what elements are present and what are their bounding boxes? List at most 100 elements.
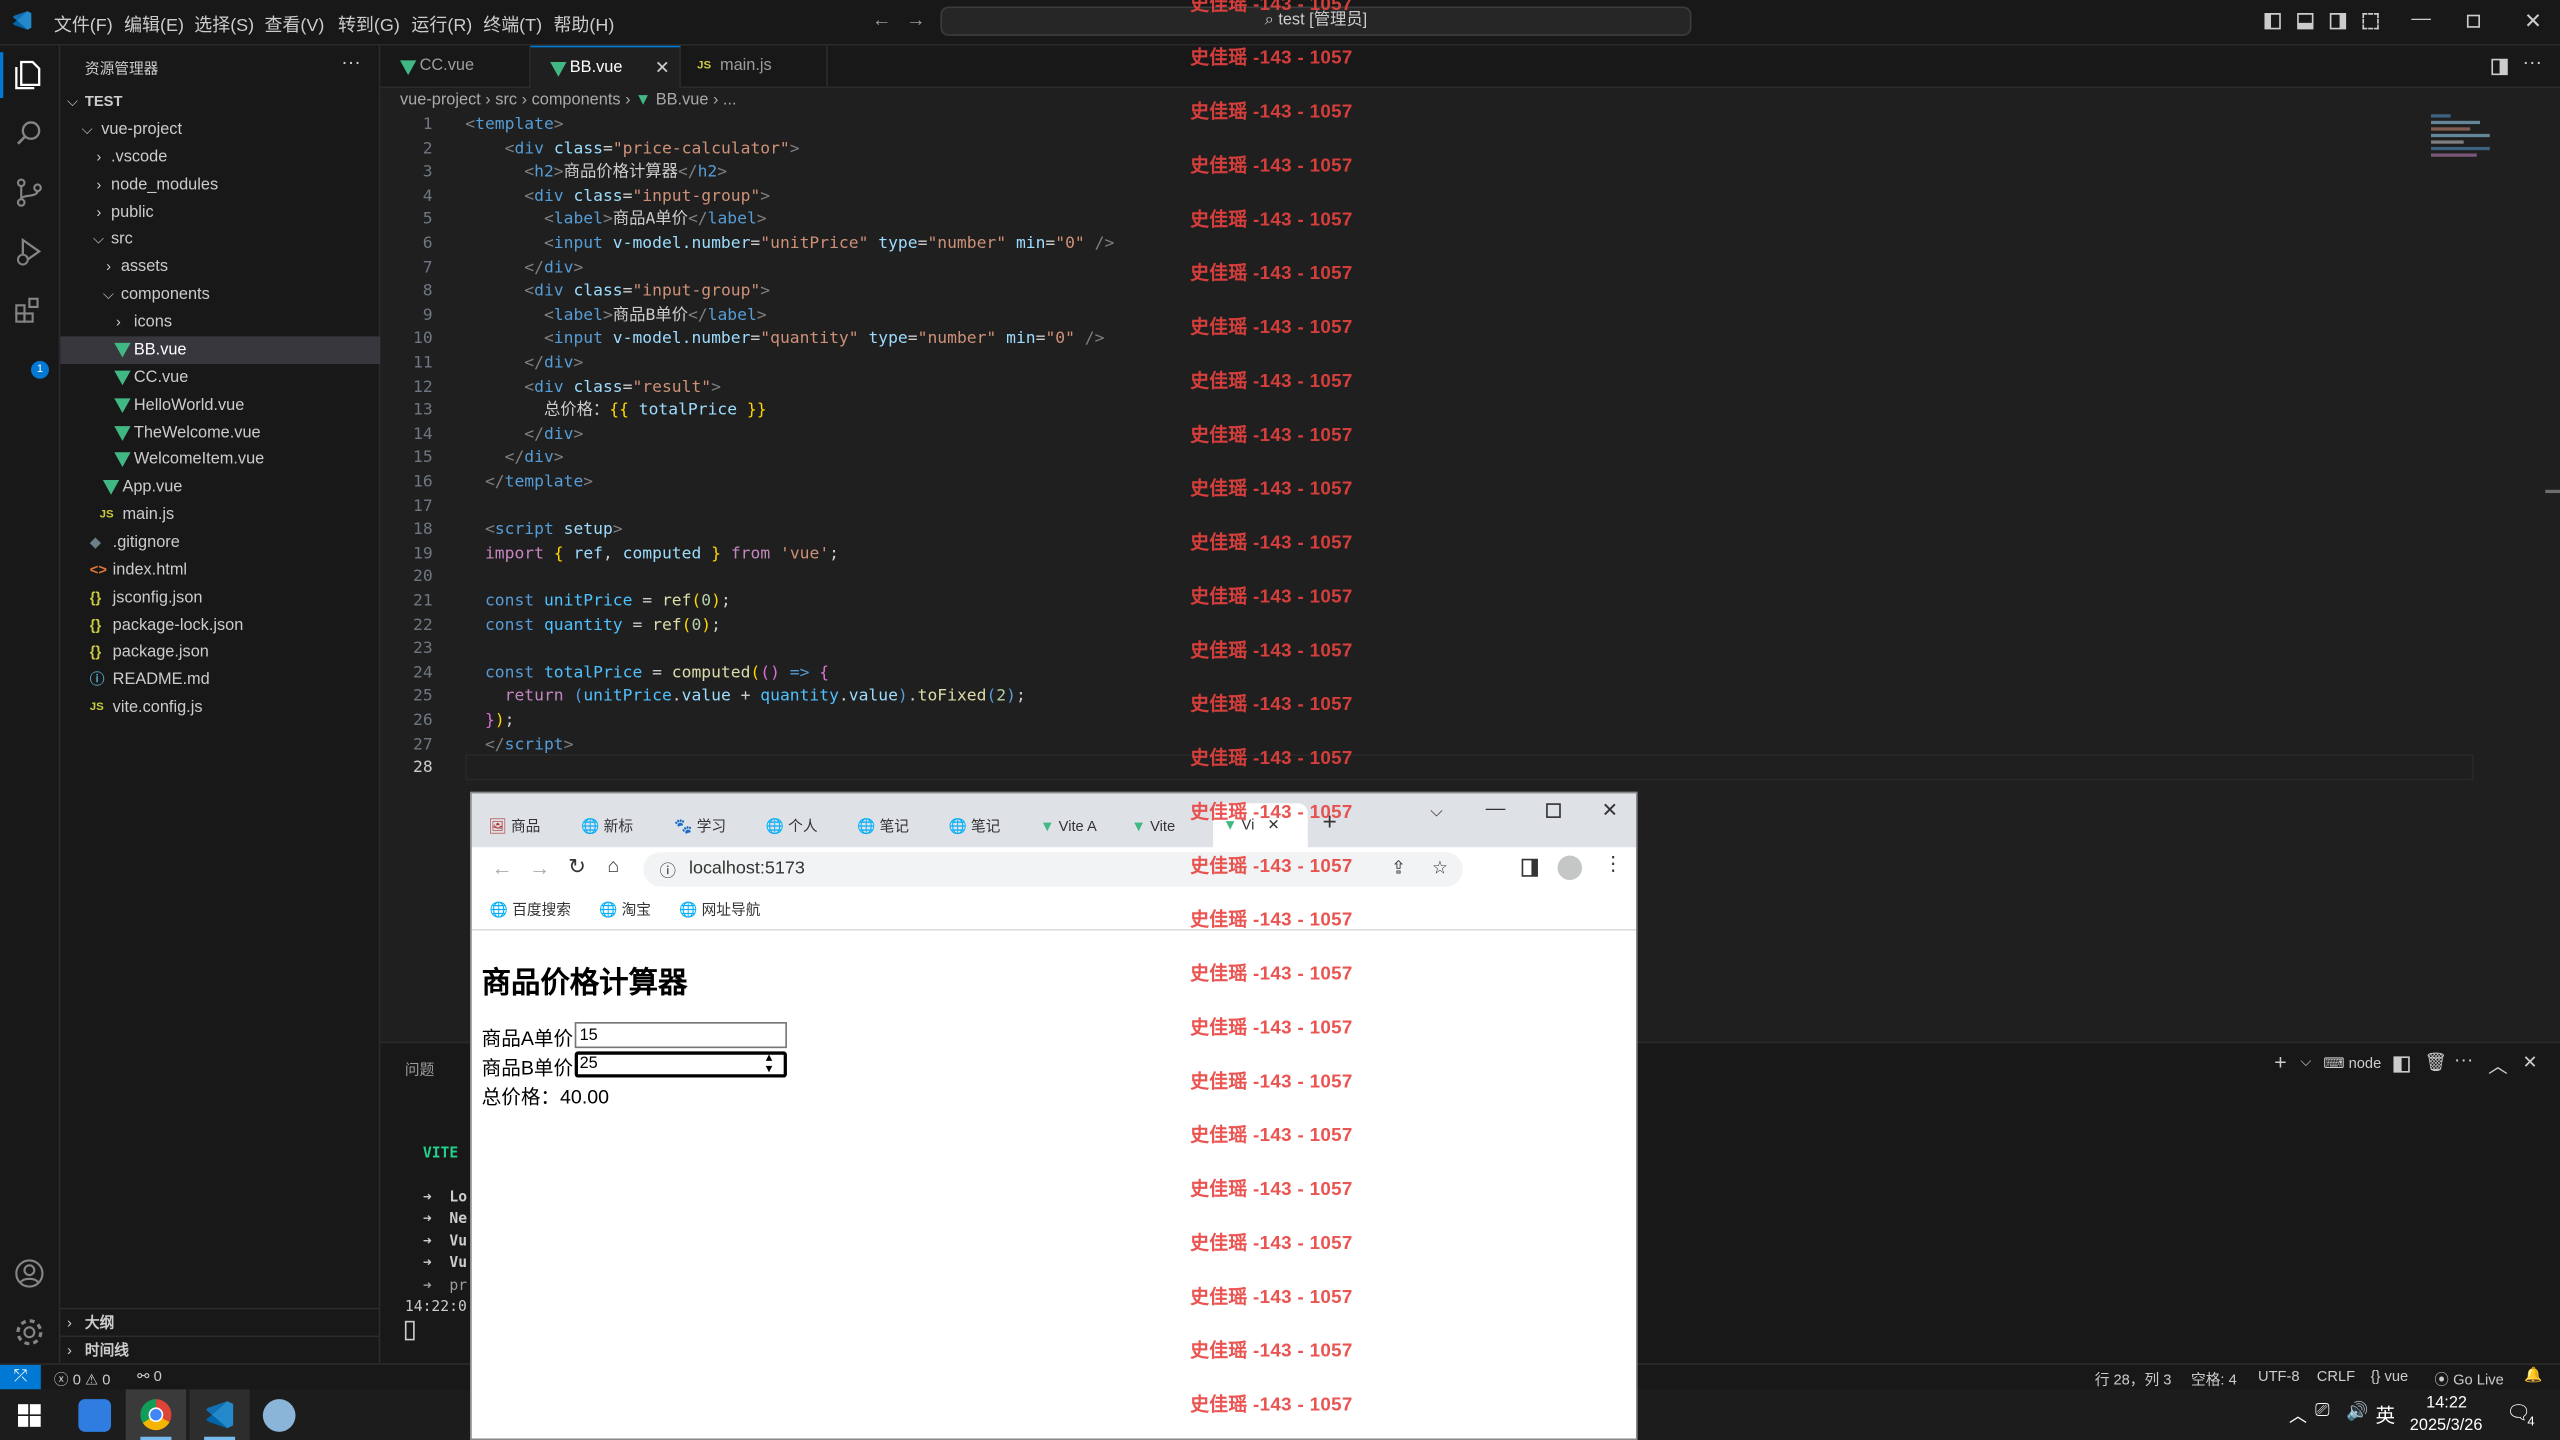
unit-price-b-input[interactable]: 25 ▴ ▾ — [574, 1051, 787, 1078]
menu-selection[interactable]: 选择(S) — [194, 11, 254, 37]
tree-file-thewelcome-vue[interactable]: TheWelcome.vue — [60, 420, 380, 448]
side-panel-icon[interactable] — [1521, 858, 1538, 877]
tree-file-jsconfig-json[interactable]: {} jsconfig.json — [60, 584, 380, 612]
tree-file-index-html[interactable]: <> index.html — [60, 557, 380, 585]
spinner-icon[interactable]: ▴ ▾ — [766, 1051, 773, 1075]
tree-folder-node-modules[interactable]: › node_modules — [60, 171, 380, 199]
browser-tab[interactable]: 🌐 笔记 — [857, 810, 942, 843]
terminal-selector[interactable]: ⌨ node — [2323, 1055, 2381, 1073]
tree-folder-src[interactable]: ⌵ src — [60, 225, 380, 253]
tree-file-cc-vue[interactable]: CC.vue — [60, 364, 380, 392]
breadcrumb-item[interactable]: ... — [723, 91, 737, 109]
menu-help[interactable]: 帮助(H) — [553, 11, 614, 37]
windows-start-icon[interactable] — [17, 1404, 41, 1427]
browser-tab[interactable]: 🌐 笔记 — [949, 810, 1034, 843]
network-icon[interactable]: ⎚ — [2315, 1401, 2329, 1422]
toggle-panel-icon[interactable] — [2297, 13, 2314, 30]
bookmark-star-icon[interactable]: ☆ — [1432, 857, 1448, 879]
tray-chevron-up-icon[interactable]: ︿ — [2289, 1402, 2307, 1428]
customize-layout-icon[interactable] — [2362, 13, 2379, 30]
tab-search-chevron-icon[interactable]: ⌵ — [1430, 803, 1442, 821]
chevron-down-icon[interactable]: ⌵ — [2300, 1053, 2311, 1071]
minimize-icon[interactable]: — — [2411, 7, 2431, 30]
clock-time[interactable]: 14:22 — [2426, 1394, 2467, 1412]
bookmark-item[interactable]: 🌐 淘宝 — [599, 898, 651, 919]
clock-date[interactable]: 2025/3/26 — [2410, 1417, 2483, 1435]
app-icon-paint[interactable] — [262, 1399, 296, 1432]
forward-arrow-icon[interactable]: → — [906, 8, 926, 31]
tree-file-bb-vue[interactable]: BB.vue — [60, 336, 381, 365]
maximize-icon[interactable] — [2466, 14, 2480, 28]
browser-tab[interactable]: ▼ Vite — [1131, 810, 1213, 843]
minimize-icon[interactable]: — — [1486, 797, 1506, 820]
tree-file-gitignore[interactable]: ◆ .gitignore — [60, 529, 380, 557]
close-window-icon[interactable]: ✕ — [2524, 8, 2542, 34]
share-icon[interactable]: ⇪ — [1391, 857, 1406, 879]
trash-icon[interactable]: 🗑 — [2424, 1051, 2447, 1073]
taskbar-chrome-button[interactable] — [125, 1389, 187, 1440]
info-icon[interactable]: ⓘ — [660, 857, 676, 882]
accounts-icon[interactable] — [11, 1256, 47, 1292]
tree-file-app-vue[interactable]: App.vue — [60, 473, 380, 501]
breadcrumb-item[interactable]: src — [495, 91, 517, 109]
ime-indicator[interactable]: 英 — [2376, 1401, 2396, 1429]
menu-run[interactable]: 运行(R) — [411, 11, 472, 37]
tree-file-main-js[interactable]: JS main.js — [60, 501, 380, 529]
menu-terminal[interactable]: 终端(T) — [483, 11, 542, 37]
app-icon-mail[interactable] — [78, 1399, 112, 1432]
command-center[interactable]: ⌕ test [管理员] — [940, 6, 1692, 36]
settings-gear-icon[interactable] — [11, 1314, 47, 1350]
home-icon[interactable]: ⌂ — [607, 854, 619, 877]
encoding[interactable]: UTF-8 — [2258, 1368, 2300, 1384]
forward-arrow-icon[interactable]: → — [529, 856, 550, 880]
workspace-root[interactable]: ⌵ TEST — [60, 88, 380, 116]
tree-file-vite-config-js[interactable]: JS vite.config.js — [60, 694, 380, 722]
tab-bb-vue[interactable]: BB.vue ✕ — [530, 45, 681, 90]
maximize-panel-icon[interactable]: ︿ — [2488, 1051, 2508, 1079]
split-editor-icon[interactable] — [2491, 58, 2508, 76]
cursor-position[interactable]: 行 28，列 3 — [2095, 1368, 2172, 1389]
menu-view[interactable]: 查看(V) — [264, 11, 324, 37]
notifications-bell-icon[interactable]: 🔔 — [2524, 1367, 2542, 1385]
close-window-icon[interactable]: ✕ — [1602, 798, 1618, 821]
more-actions-icon[interactable]: ··· — [341, 51, 361, 74]
breadcrumb-item[interactable]: vue-project — [400, 91, 481, 109]
profile-avatar[interactable] — [1557, 855, 1583, 880]
split-terminal-icon[interactable] — [2393, 1056, 2410, 1073]
go-live-button[interactable]: ⦿ Go Live — [2434, 1368, 2503, 1389]
tree-file-package-lock-json[interactable]: {} package-lock.json — [60, 612, 380, 640]
tree-folder-components[interactable]: ⌵ components — [60, 281, 380, 309]
toggle-primary-sidebar-icon[interactable] — [2264, 13, 2281, 30]
tree-folder-assets[interactable]: › assets — [60, 253, 380, 281]
tree-folder-vscode[interactable]: › .vscode — [60, 144, 380, 172]
tree-file-package-json[interactable]: {} package.json — [60, 638, 380, 666]
tree-folder-public[interactable]: › public — [60, 199, 380, 227]
back-arrow-icon[interactable]: ← — [491, 856, 512, 880]
back-arrow-icon[interactable]: ← — [872, 8, 892, 31]
timeline-section[interactable]: › 时间线 — [60, 1335, 381, 1364]
extensions-icon[interactable] — [11, 292, 47, 328]
tab-main-js[interactable]: JS main.js — [681, 45, 828, 89]
taskbar-vscode-button[interactable] — [189, 1389, 250, 1440]
volume-icon[interactable]: 🔊 — [2346, 1401, 2368, 1422]
line-ending[interactable]: CRLF — [2317, 1368, 2355, 1384]
menu-file[interactable]: 文件(F) — [54, 11, 113, 37]
more-actions-icon[interactable]: ··· — [2454, 1048, 2474, 1071]
indentation[interactable]: 空格: 4 — [2191, 1368, 2237, 1389]
tree-file-welcomeitem-vue[interactable]: WelcomeItem.vue — [60, 446, 380, 474]
problems-indicator[interactable]: ⓧ 0 ⚠ 0 — [54, 1368, 111, 1389]
unit-price-a-input[interactable] — [574, 1022, 787, 1049]
browser-tab-active[interactable]: ▼ Vi ✕ — [1213, 803, 1308, 848]
breadcrumb-item[interactable]: components — [532, 91, 621, 109]
remote-icon[interactable]: ⤱ — [0, 1364, 41, 1390]
toggle-secondary-sidebar-icon[interactable] — [2329, 13, 2347, 30]
tree-file-readme-md[interactable]: ⓘ README.md — [60, 666, 380, 694]
close-panel-icon[interactable]: ✕ — [2522, 1051, 2537, 1073]
browser-tab[interactable]: 🌐 新标 — [581, 810, 666, 843]
reload-icon[interactable]: ↻ — [568, 854, 586, 880]
language-mode[interactable]: {} vue — [2371, 1368, 2409, 1384]
breadcrumb-item[interactable]: BB.vue — [656, 91, 709, 109]
ports-indicator[interactable]: ⚯ 0 — [137, 1368, 162, 1386]
browser-tab[interactable]: ▼ Vite A — [1040, 810, 1125, 843]
tree-file-helloworld-vue[interactable]: HelloWorld.vue — [60, 392, 380, 420]
